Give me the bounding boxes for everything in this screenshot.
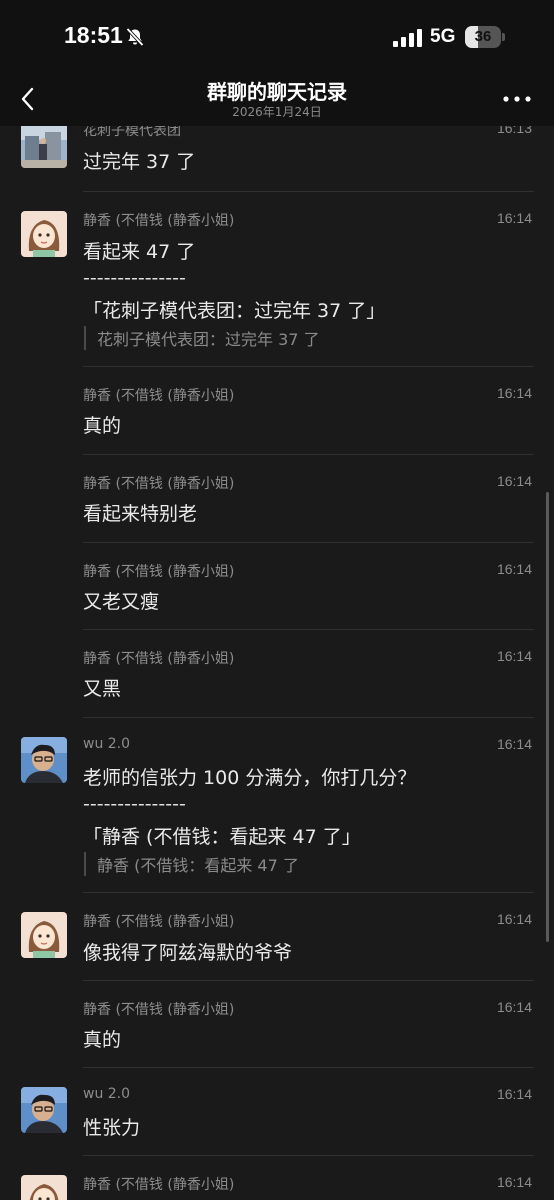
message-time: 16:14 bbox=[496, 911, 532, 927]
message-text[interactable]: 又黑 bbox=[83, 674, 121, 701]
sender-name: 静香 (不借钱 (静香小姐) bbox=[83, 476, 235, 492]
sender-name: wu 2.0 bbox=[83, 1086, 131, 1102]
message-time: 16:14 bbox=[496, 210, 532, 226]
message-time: 16:14 bbox=[496, 385, 532, 401]
chat-message: 花刺子模代表团 16:13 过完年 37 了 bbox=[0, 126, 554, 192]
message-text[interactable]: 真的 bbox=[83, 1025, 121, 1052]
chat-message: 静香 (不借钱 (静香小姐) 16:14 又黑 bbox=[0, 630, 554, 718]
avatar[interactable] bbox=[21, 737, 67, 783]
quote-text[interactable]: 「花刺子模代表团：过完年 37 了」 bbox=[83, 296, 385, 323]
chat-message: 静香 (不借钱 (静香小姐) 16:14 真的 bbox=[0, 981, 554, 1068]
sender-name: 静香 (不借钱 (静香小姐) bbox=[83, 1177, 235, 1193]
avatar[interactable] bbox=[21, 126, 67, 168]
message-time: 16:14 bbox=[496, 561, 532, 577]
page-title: 群聊的聊天记录 bbox=[207, 80, 347, 104]
avatar[interactable] bbox=[21, 912, 67, 958]
chat-message: 静香 (不借钱 (静香小姐) 16:14 看起来特别老 bbox=[0, 455, 554, 543]
quote-divider: --------------- bbox=[83, 793, 186, 815]
avatar[interactable] bbox=[21, 1087, 67, 1133]
status-time: 18:51 bbox=[64, 22, 123, 48]
message-text[interactable]: 性张力 bbox=[83, 1113, 140, 1140]
bell-off-icon bbox=[126, 27, 144, 47]
scrollbar[interactable] bbox=[546, 492, 549, 942]
message-text[interactable]: 又老又瘦 bbox=[83, 587, 159, 614]
chat-message: 静香 (不借钱 (静香小姐) 16:14 像我得了阿兹海默的爷爷 bbox=[0, 893, 554, 981]
avatar[interactable] bbox=[21, 1175, 67, 1200]
sender-name: 静香 (不借钱 (静香小姐) bbox=[83, 213, 235, 229]
nav-bar: 群聊的聊天记录 2026年1月24日 bbox=[0, 72, 554, 126]
sender-name: 静香 (不借钱 (静香小姐) bbox=[83, 651, 235, 667]
quote-reference[interactable]: 静香 (不借钱：看起来 47 了 bbox=[84, 852, 299, 876]
message-time: 16:13 bbox=[496, 126, 532, 136]
message-text[interactable]: 看起来 47 了 bbox=[83, 237, 195, 264]
chat-message: 静香 (不借钱 (静香小姐) 16:14 又老又瘦 bbox=[0, 543, 554, 630]
quote-text[interactable]: 「静香 (不借钱：看起来 47 了」 bbox=[83, 822, 361, 849]
sender-name: 静香 (不借钱 (静香小姐) bbox=[83, 1002, 235, 1018]
chat-message: 静香 (不借钱 (静香小姐) 16:14 真的 bbox=[0, 367, 554, 455]
message-text[interactable]: 像我得了阿兹海默的爷爷 bbox=[83, 938, 292, 965]
signal-icon bbox=[393, 29, 422, 47]
message-text[interactable]: 老师的信张力 100 分满分，你打几分？ bbox=[83, 763, 416, 790]
message-time: 16:14 bbox=[496, 1174, 532, 1190]
message-text[interactable]: 过完年 37 了 bbox=[83, 147, 195, 174]
chat-message: 静香 (不借钱 (静香小姐) 16:14 bbox=[0, 1156, 554, 1200]
quote-reference[interactable]: 花刺子模代表团：过完年 37 了 bbox=[84, 326, 320, 350]
message-time: 16:14 bbox=[496, 473, 532, 489]
quote-divider: --------------- bbox=[83, 267, 186, 289]
message-time: 16:14 bbox=[496, 999, 532, 1015]
status-bar: 18:51 5G 36 bbox=[0, 0, 554, 72]
more-options-icon[interactable] bbox=[502, 92, 532, 106]
chat-message-body: 静香 (不借钱 (静香小姐) 16:14 看起来 47 了 ----------… bbox=[0, 192, 554, 367]
chat-message: wu 2.0 16:14 性张力 bbox=[0, 1068, 554, 1156]
network-label: 5G bbox=[430, 26, 456, 47]
sender-name: 静香 (不借钱 (静香小姐) bbox=[83, 914, 235, 930]
sender-name: 静香 (不借钱 (静香小姐) bbox=[83, 388, 235, 404]
battery-percent: 36 bbox=[474, 28, 492, 45]
page-date: 2026年1月24日 bbox=[232, 105, 322, 119]
sender-name: wu 2.0 bbox=[83, 736, 131, 752]
message-text[interactable]: 真的 bbox=[83, 411, 121, 438]
message-time: 16:14 bbox=[496, 736, 532, 752]
message-time: 16:14 bbox=[496, 1086, 532, 1102]
battery-icon: 36 bbox=[465, 26, 505, 48]
sender-name: 花刺子模代表团 bbox=[83, 126, 181, 139]
chat-message: wu 2.0 16:14 老师的信张力 100 分满分，你打几分？ ------… bbox=[0, 718, 554, 893]
sender-name: 静香 (不借钱 (静香小姐) bbox=[83, 564, 235, 580]
message-time: 16:14 bbox=[496, 648, 532, 664]
message-text[interactable]: 看起来特别老 bbox=[83, 499, 197, 526]
